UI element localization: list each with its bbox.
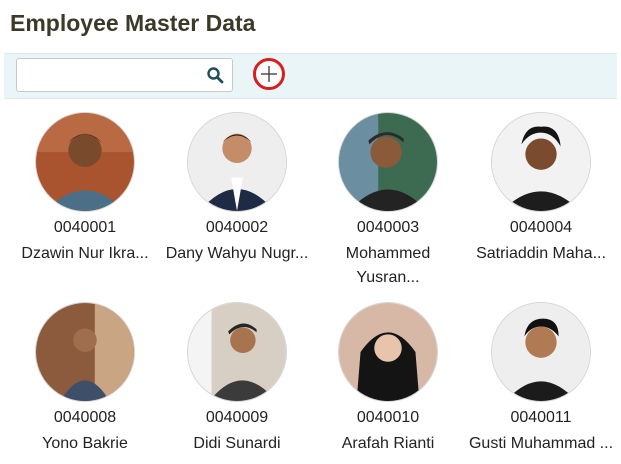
- employee-name: Dzawin Nur Ikra...: [21, 245, 149, 262]
- plus-icon: [261, 66, 277, 82]
- employee-id: 0040001: [53, 219, 117, 236]
- employee-card[interactable]: 0040010 Arafah Rianti: [313, 302, 463, 456]
- employee-name: Dany Wahyu Nugr...: [165, 245, 309, 262]
- avatar: [491, 112, 591, 212]
- avatar: [35, 112, 135, 212]
- employee-name: Gusti Muhammad ...: [468, 435, 614, 452]
- avatar: [338, 302, 438, 402]
- employee-id: 0040010: [356, 409, 420, 426]
- employee-id: 0040011: [510, 409, 572, 426]
- employee-id: 0040003: [356, 219, 420, 236]
- search-input[interactable]: [17, 59, 197, 91]
- search-box[interactable]: [16, 58, 233, 92]
- employee-card[interactable]: 0040002 Dany Wahyu Nugr...: [162, 112, 312, 266]
- employee-card[interactable]: 0040003 Mohammed Yusran...: [313, 112, 463, 290]
- employee-card[interactable]: 0040009 Didi Sunardi: [162, 302, 312, 456]
- employee-card[interactable]: 0040001 Dzawin Nur Ikra...: [10, 112, 160, 266]
- employee-name: Yono Bakrie: [42, 435, 128, 452]
- page-title: Employee Master Data: [10, 10, 256, 36]
- avatar: [338, 112, 438, 212]
- search-icon[interactable]: [206, 66, 224, 84]
- avatar: [491, 302, 591, 402]
- employee-name: Didi Sunardi: [193, 435, 281, 452]
- employee-name: Mohammed Yusran...: [345, 245, 431, 286]
- employee-id: 0040002: [205, 219, 269, 236]
- employee-card[interactable]: 0040008 Yono Bakrie: [10, 302, 160, 456]
- employee-id: 0040008: [53, 409, 117, 426]
- avatar: [187, 302, 287, 402]
- toolbar: [4, 53, 617, 99]
- avatar: [35, 302, 135, 402]
- employee-name: Arafah Rianti: [341, 435, 435, 452]
- employee-card[interactable]: 0040011 Gusti Muhammad ...: [466, 302, 616, 456]
- add-employee-button[interactable]: [253, 58, 285, 90]
- page: Employee Master Data 0040001 Dzawin Nur …: [0, 0, 621, 464]
- employee-id: 0040009: [205, 409, 269, 426]
- employee-id: 0040004: [509, 219, 573, 236]
- employee-name: Satriaddin Maha...: [476, 245, 606, 262]
- avatar: [187, 112, 287, 212]
- employee-card[interactable]: 0040004 Satriaddin Maha...: [466, 112, 616, 266]
